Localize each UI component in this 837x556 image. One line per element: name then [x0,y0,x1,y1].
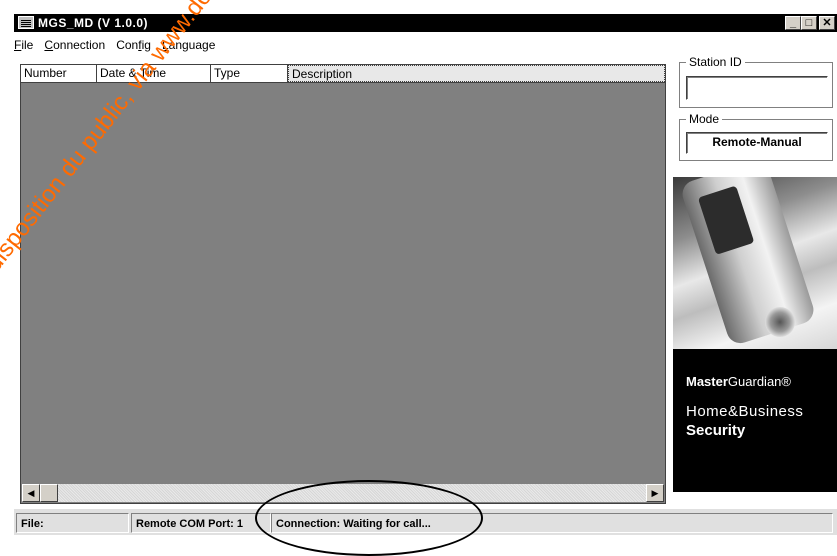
tagline-security: Security [686,422,746,439]
menu-config-label-b: ig [141,38,151,52]
menu-connection-label: onnection [53,38,106,52]
mode-value: Remote-Manual [686,132,828,154]
minimize-button[interactable]: _ [785,16,801,30]
column-number[interactable]: Number [21,65,97,82]
scroll-right-button[interactable]: ▶ [646,484,664,502]
status-bar: File: Remote COM Port: 1 Connection: Wai… [14,509,837,535]
horizontal-scrollbar[interactable]: ◀ ▶ [22,484,664,502]
status-connection: Connection: Waiting for call... [271,513,833,533]
maximize-button[interactable]: □ [801,16,817,30]
menu-config[interactable]: Config [116,38,151,52]
station-id-label: Station ID [686,55,745,69]
menu-file-label: ile [21,38,34,52]
tagline-home-business: Home&Business [686,403,804,420]
menu-file[interactable]: File [14,38,33,52]
column-description[interactable]: Description [288,65,665,82]
keypad-device-image [678,177,818,347]
window-title: MGS_MD (V 1.0.0) [38,16,149,30]
device-screen [697,185,755,255]
menu-connection[interactable]: Connection [44,38,105,52]
list-header: Number Date & Time Type Description [21,65,665,83]
title-bar[interactable]: MGS_MD (V 1.0.0) _ □ ✕ [14,14,837,32]
product-photo [673,177,837,349]
column-type[interactable]: Type [211,65,288,82]
menu-bar: File Connection Config Language [14,38,223,56]
mode-label: Mode [686,112,723,126]
column-date-time[interactable]: Date & Time [97,65,211,82]
event-list[interactable]: Number Date & Time Type Description ◀ ▶ [20,64,666,504]
app-icon[interactable] [18,16,34,29]
status-com-port: Remote COM Port: 1 [131,513,271,533]
brand-name: MasterGuardian® [686,374,791,389]
brand-banner: MasterGuardian® Home&Business Security [673,177,837,492]
menu-language-label: anguage [168,38,216,52]
menu-config-label-a: Con [116,38,139,52]
menu-language[interactable]: Language [162,38,215,52]
close-button[interactable]: ✕ [819,16,835,30]
device-dial [765,307,795,337]
scroll-left-button[interactable]: ◀ [22,484,40,502]
station-id-group: Station ID [679,55,833,108]
station-id-field[interactable] [686,76,828,100]
status-file: File: [16,513,129,533]
mode-group: Mode Remote-Manual [679,112,833,161]
scroll-thumb[interactable] [40,484,58,502]
